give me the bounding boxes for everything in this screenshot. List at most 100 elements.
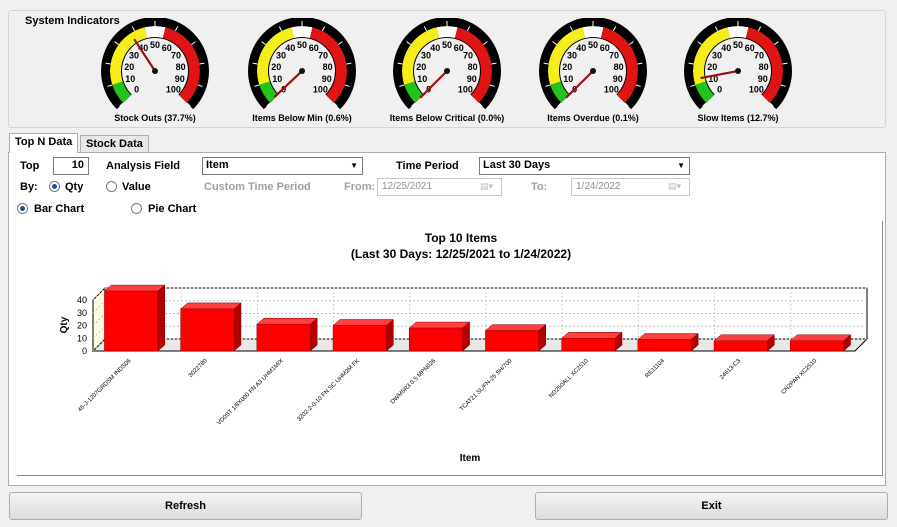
by-value-radio[interactable] (106, 181, 117, 192)
chart-bar (637, 332, 699, 352)
gauge-scale-label: 100 (313, 84, 328, 94)
to-date-picker[interactable]: 1/24/2022 ▤▾ (571, 178, 690, 196)
from-date-picker[interactable]: 12/25/2021 ▤▾ (377, 178, 502, 196)
x-tick-label: DWM5R3 0.5 MPN026 (390, 358, 438, 406)
pie-chart-radio[interactable] (131, 203, 142, 214)
time-period-select[interactable]: Last 30 Days ▼ (479, 157, 690, 175)
gauge-hub (590, 68, 596, 74)
gauge-scale-label: 0 (134, 84, 139, 94)
y-tick-label: 40 (77, 295, 87, 305)
bar-chart: Top 10 Items (Last 30 Days: 12/25/2021 to… (59, 231, 869, 464)
gauge-scale-label: 90 (758, 74, 768, 84)
refresh-button[interactable]: Refresh (9, 492, 362, 520)
bar-front (561, 338, 616, 352)
y-tick-label: 0 (82, 346, 87, 356)
by-qty-label: Qty (65, 181, 84, 193)
bar-chart-radio[interactable] (17, 203, 28, 214)
bar-front (789, 340, 844, 352)
y-tick-label: 10 (77, 333, 87, 343)
x-tick-label: 24613-C3 (719, 358, 742, 381)
gauge-scale-label: 50 (442, 40, 452, 50)
gauge-scale-label: 20 (271, 62, 281, 72)
x-tick-label: 3202-2-0-10 FN SC UHM2M FK (297, 358, 362, 423)
chart-title: Top 10 Items (425, 231, 498, 245)
bar-front (180, 308, 235, 352)
custom-time-period-label: Custom Time Period (204, 181, 311, 193)
gauge-label: Slow Items (12.7%) (697, 113, 779, 123)
gauge-band-white (727, 26, 749, 38)
gauge-scale-label: 50 (150, 40, 160, 50)
bar-side (233, 302, 242, 352)
bar-front (713, 340, 768, 352)
chart-bar (560, 331, 623, 352)
gauge-items-below-critical: 0102030405060708090100 Items Below Criti… (384, 18, 510, 126)
analysis-field-label: Analysis Field (106, 160, 180, 172)
gauge-dial: 0102030405060708090100 (248, 18, 357, 110)
gauge-scale-label: 80 (759, 62, 769, 72)
bar-top (789, 334, 852, 342)
gauge-scale-label: 90 (322, 74, 332, 84)
top-n-input[interactable]: 10 (53, 157, 89, 175)
gauge-items-overdue: 0102030405060708090100 Items Overdue (0.… (530, 18, 656, 126)
bar-front (104, 290, 159, 352)
gauge-scale-label: 40 (430, 43, 440, 53)
gauge-scale-label: 100 (458, 84, 473, 94)
chart-bar (179, 302, 242, 352)
gauge-hub (152, 68, 158, 74)
gauge-scale-label: 100 (749, 84, 764, 94)
gauge-scale-label: 80 (614, 62, 624, 72)
gauge-scale-label: 70 (754, 51, 764, 61)
chart-bar (332, 318, 395, 352)
pie-chart-label: Pie Chart (148, 203, 197, 215)
by-qty-radio[interactable] (49, 181, 60, 192)
from-date-value: 12/25/2021 (382, 181, 433, 192)
bar-top (103, 284, 166, 292)
gauge-hub (444, 68, 450, 74)
chart-bar (103, 284, 166, 352)
calendar-icon: ▤▾ (480, 181, 494, 191)
tab-top-n-data[interactable]: Top N Data (9, 133, 79, 153)
x-axis-label: Item (460, 453, 481, 464)
gauge-scale-label: 0 (717, 84, 722, 94)
x-tick-label: CN2PAN XC2510 (781, 358, 819, 396)
gauge-scale-label: 50 (733, 40, 743, 50)
gauge-scale-label: 10 (125, 74, 135, 84)
gauge-stock-outs: 0 10 20 30 40 50 60 70 80 90 100 Stock Outs (37.7%… (92, 18, 218, 126)
tab-stock-data[interactable]: Stock Data (80, 135, 149, 152)
chevron-down-icon: ▼ (677, 161, 685, 170)
by-label: By: (20, 181, 38, 193)
analysis-field-value: Item (206, 159, 229, 171)
x-tick-label: VD0ST 1/8X000 FN A3 UHM1M/X (216, 358, 285, 427)
bar-top (256, 317, 318, 325)
gauge-label: Items Overdue (0.1%) (547, 113, 639, 123)
x-tick-label: 3022780 (188, 358, 209, 379)
gauge-scale-label: 80 (323, 62, 333, 72)
gauge-scale-label: 20 (707, 62, 717, 72)
chart-bar (484, 324, 547, 352)
gauge-label: Items Below Critical (0.0%) (389, 113, 505, 123)
gauge-dial: 0102030405060708090100 (393, 18, 502, 110)
gauge-slow-items: 0 10 20 30 40 50 60 70 80 90 100 Slow Items (12.7%… (675, 18, 801, 126)
gauge-band-white (144, 26, 166, 38)
gauge-scale-label: 90 (613, 74, 623, 84)
exit-button[interactable]: Exit (535, 492, 888, 520)
y-axis-label: Qty (59, 316, 70, 333)
gauge-scale-label: 70 (609, 51, 619, 61)
gauge-band-white (436, 26, 458, 38)
y-tick-label: 20 (77, 321, 87, 331)
gauge-scale-label: 10 (417, 74, 427, 84)
x-tick-label: ND250ALL XC2510 (548, 358, 590, 400)
gauge-scale-label: 10 (272, 74, 282, 84)
chart-subtitle: (Last 30 Days: 12/25/2021 to 1/24/2022) (351, 247, 571, 261)
gauge-scale-label: 40 (721, 43, 731, 53)
gauge-label: Items Below Min (0.6%) (252, 113, 352, 123)
analysis-field-select[interactable]: Item ▼ (202, 157, 363, 175)
gauge-dial: 0102030405060708090100 (684, 18, 793, 110)
gauge-scale-label: 90 (467, 74, 477, 84)
gauge-hub (299, 68, 305, 74)
chart-bar (789, 334, 852, 352)
bar-front (637, 339, 692, 352)
chart-area: Top 10 Items (Last 30 Days: 12/25/2021 to… (17, 221, 883, 476)
gauge-scale-label: 80 (468, 62, 478, 72)
gauge-band-white (291, 26, 313, 38)
